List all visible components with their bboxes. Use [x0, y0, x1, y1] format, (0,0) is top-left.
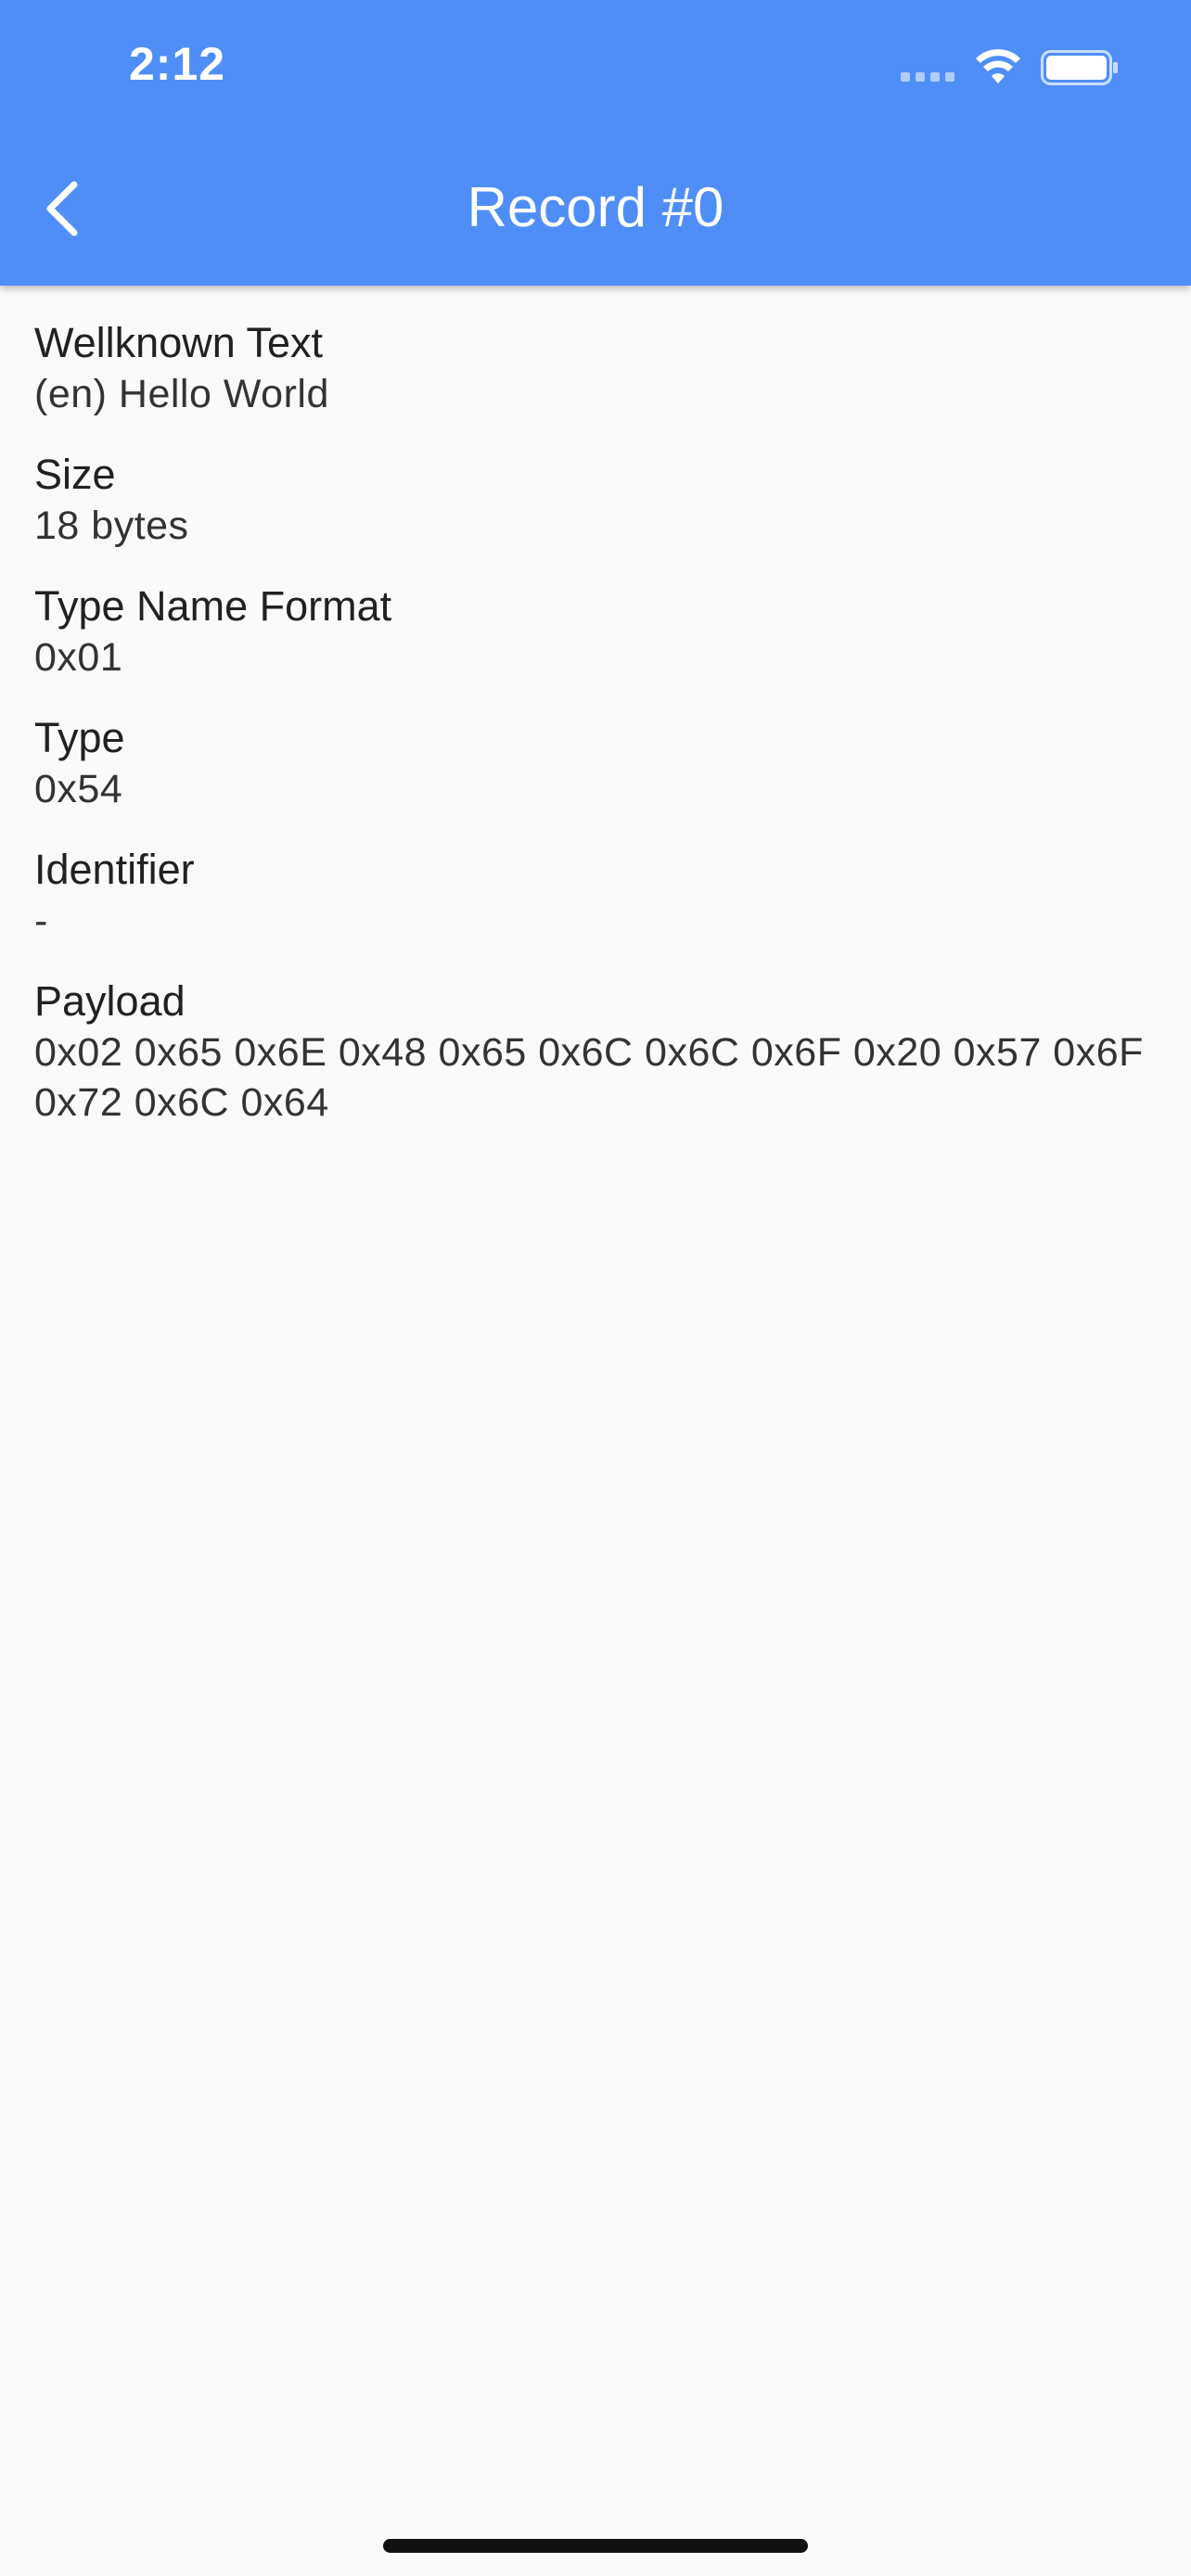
page-title: Record #0: [467, 176, 724, 238]
field-wellknown-text: Wellknown Text (en) Hello World: [34, 317, 1161, 419]
field-type-name-format: Type Name Format 0x01: [34, 580, 1161, 682]
field-payload: Payload 0x02 0x65 0x6E 0x48 0x65 0x6C 0x…: [34, 976, 1161, 1128]
battery-icon: [1041, 50, 1118, 85]
home-indicator[interactable]: [383, 2539, 808, 2553]
cellular-signal-icon: [901, 72, 954, 82]
field-value: 18 bytes: [34, 504, 189, 548]
app-bar: 2:12 Record #0: [0, 0, 1191, 286]
field-value: 0x02 0x65 0x6E 0x48 0x65 0x6C 0x6C 0x6F …: [34, 1030, 1144, 1125]
field-value: -: [34, 899, 48, 943]
field-label: Wellknown Text: [34, 319, 323, 366]
record-details: Wellknown Text (en) Hello World Size 18 …: [34, 317, 1161, 1157]
field-label: Payload: [34, 977, 186, 1025]
field-size: Size 18 bytes: [34, 449, 1161, 551]
field-label: Type: [34, 714, 125, 761]
field-value: 0x54: [34, 767, 123, 811]
status-time: 2:12: [129, 38, 226, 90]
wifi-icon: [976, 49, 1020, 83]
field-value: 0x01: [34, 635, 123, 680]
field-value: (en) Hello World: [34, 372, 329, 416]
field-label: Type Name Format: [34, 582, 392, 630]
field-identifier: Identifier -: [34, 844, 1161, 946]
field-label: Identifier: [34, 846, 195, 893]
field-label: Size: [34, 451, 116, 498]
field-type: Type 0x54: [34, 712, 1161, 814]
